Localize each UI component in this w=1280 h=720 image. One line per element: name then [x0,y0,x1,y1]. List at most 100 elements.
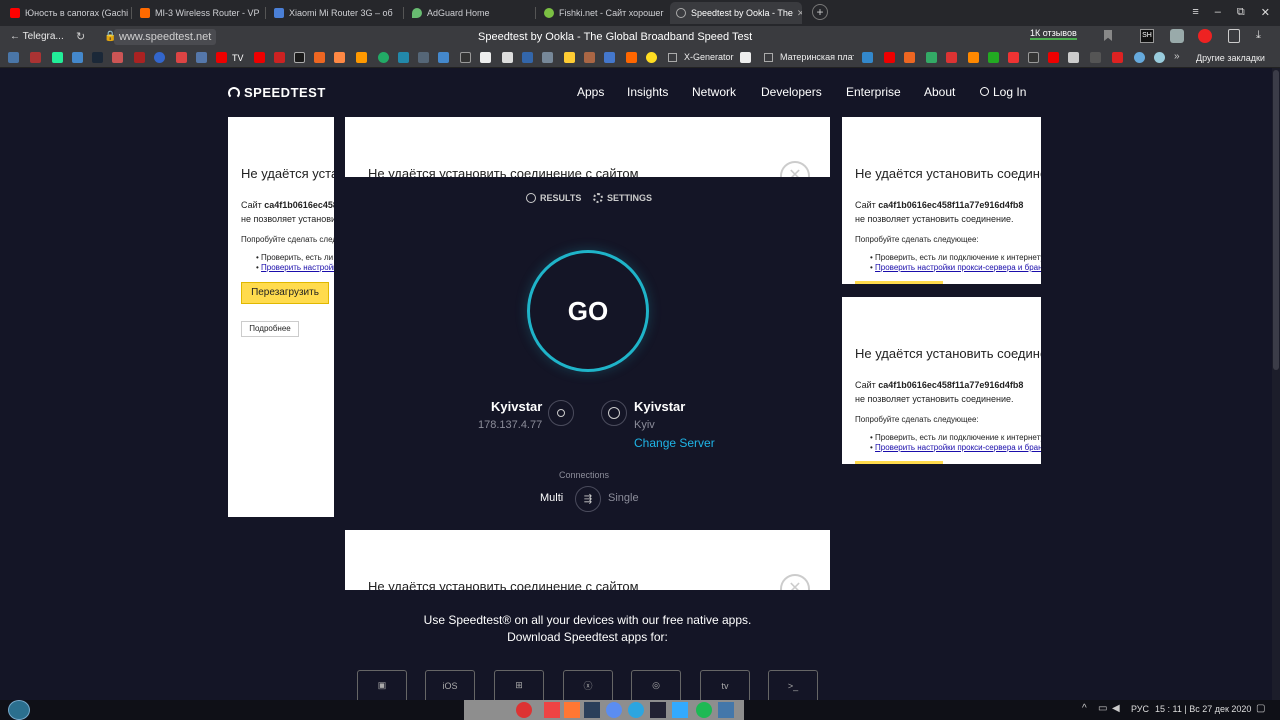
youtube-icon[interactable] [216,52,227,63]
tab-5[interactable]: Fishki.net - Сайт хорошег [538,2,666,24]
close-window-button[interactable]: ✕ [1261,6,1270,19]
bookmark-icon[interactable] [274,52,285,63]
reload-icon[interactable]: ↻ [76,30,85,43]
bookmark-motherboard[interactable]: Материнская плат [780,52,854,62]
bookmark-icon[interactable] [584,52,595,63]
youtube-extension-icon[interactable] [1198,29,1212,43]
clock[interactable]: 15 : 11 | Вс 27 дек 2020 [1155,704,1251,714]
bookmark-icon[interactable] [398,52,409,63]
proxy-settings-link[interactable]: Проверить настройки прокси-сервера и бра… [261,263,334,272]
new-tab-button[interactable]: + [812,4,828,20]
bookmark-icon[interactable] [294,52,305,63]
menu-icon[interactable]: ≡ [1192,6,1198,18]
bookmark-icon[interactable] [904,52,915,63]
bookmark-icon[interactable] [72,52,83,63]
bookmark-icon[interactable] [1028,52,1039,63]
tab-1[interactable]: Юность в сапогах (Gachi [4,2,130,24]
bookmark-icon[interactable] [378,52,389,63]
reload-button[interactable]: Перезагрузить [241,282,329,304]
maximize-button[interactable]: ⧉ [1237,6,1245,19]
reviews-badge[interactable]: 1К отзывов [1030,28,1077,40]
nav-network[interactable]: Network [692,85,736,99]
bookmark-icon[interactable] [314,52,325,63]
bookmark-icon[interactable] [1104,30,1112,41]
back-button[interactable]: ← Telegra... [10,31,64,42]
bookmark-icon[interactable] [564,52,575,63]
ios-app-icon[interactable]: iOS [425,670,475,700]
bookmark-icon[interactable] [542,52,553,63]
bookmark-icon[interactable] [1008,52,1019,63]
bookmark-icon[interactable] [1112,52,1123,63]
bookmark-icon[interactable] [196,52,207,63]
bookmark-icon[interactable] [1090,52,1101,63]
taskbar-app-icon[interactable] [564,702,580,718]
tab-4[interactable]: AdGuard Home [406,2,534,24]
start-button[interactable] [8,700,30,720]
youtube-icon[interactable] [254,52,265,63]
tab-2[interactable]: MI-3 Wireless Router - VP [134,2,262,24]
other-bookmarks[interactable]: Другие закладки [1196,53,1265,63]
page-scrollbar[interactable] [1272,68,1280,700]
shield-extension-icon[interactable] [1170,29,1184,43]
download-icon[interactable]: ⤓ [1256,29,1261,42]
change-server-link[interactable]: Change Server [634,436,715,450]
nav-insights[interactable]: Insights [627,85,668,99]
gmail-icon[interactable] [176,52,187,63]
tab-3[interactable]: Xiaomi Mi Router 3G – об [268,2,402,24]
bookmark-icon[interactable] [668,53,677,62]
nav-enterprise[interactable]: Enterprise [846,85,901,99]
tray-chevron-icon[interactable]: ^ [1082,703,1087,714]
close-tab-icon[interactable]: ✕ [793,8,802,19]
language-indicator[interactable]: РУС [1131,704,1149,714]
bookmark-icon[interactable] [522,52,533,63]
bookmark-icon[interactable] [1134,52,1145,63]
taskbar-app-icon[interactable] [672,702,688,718]
bookmark-icon[interactable] [740,52,751,63]
mac-app-icon[interactable]: ⓧ [563,670,613,700]
network-icon[interactable]: ▭ [1098,703,1107,714]
tab-settings[interactable]: SETTINGS [593,193,652,203]
chevron-right-icon[interactable]: » [1174,51,1180,62]
mail-icon[interactable] [154,52,165,63]
windows-app-icon[interactable]: ⊞ [494,670,544,700]
nav-about[interactable]: About [924,85,955,99]
bookmark-icon[interactable] [418,52,429,63]
vk-icon[interactable] [8,52,19,63]
youtube-icon[interactable] [884,52,895,63]
bookmark-icon[interactable] [946,52,957,63]
bookmark-x-generator[interactable]: X-Generator [684,52,734,62]
steam-icon[interactable] [584,702,600,718]
connections-multi[interactable]: Multi [540,492,563,504]
steam-icon[interactable] [92,52,103,63]
share-icon[interactable] [1228,29,1240,43]
bookmark-icon[interactable] [862,52,873,63]
nav-developers[interactable]: Developers [761,85,822,99]
bookmark-icon[interactable] [30,52,41,63]
go-button[interactable]: GO [527,250,649,372]
cli-app-icon[interactable]: >_ [768,670,818,700]
nav-apps[interactable]: Apps [577,85,604,99]
taskbar-app-icon[interactable] [650,702,666,718]
tab-6-active[interactable]: Speedtest by Ookla - The ✕ [670,2,802,24]
speedtest-logo[interactable]: SPEEDTEST [228,85,326,100]
bookmark-icon[interactable] [1154,52,1165,63]
bookmark-icon[interactable] [460,52,471,63]
bookmark-icon[interactable] [480,52,491,63]
mi-icon[interactable] [626,52,637,63]
bookmark-icon[interactable] [356,52,367,63]
bookmark-icon[interactable] [112,52,123,63]
android-app-icon[interactable]: ▣ [357,670,407,700]
extension-icon[interactable]: SH [1140,29,1154,43]
taskbar-app-icon[interactable] [544,702,560,718]
google-icon[interactable] [502,52,513,63]
bookmark-icon[interactable] [604,52,615,63]
minimize-button[interactable]: – [1215,6,1221,18]
youtube-icon[interactable] [1048,52,1059,63]
telegram-icon[interactable] [628,702,644,718]
bookmark-icon[interactable] [926,52,937,63]
bookmark-icon[interactable] [438,52,449,63]
bookmark-icon[interactable] [1068,52,1079,63]
taskbar-app-icon[interactable] [718,702,734,718]
notification-icon[interactable]: ▢ [1256,703,1265,714]
yandex-browser-icon[interactable] [516,702,532,718]
